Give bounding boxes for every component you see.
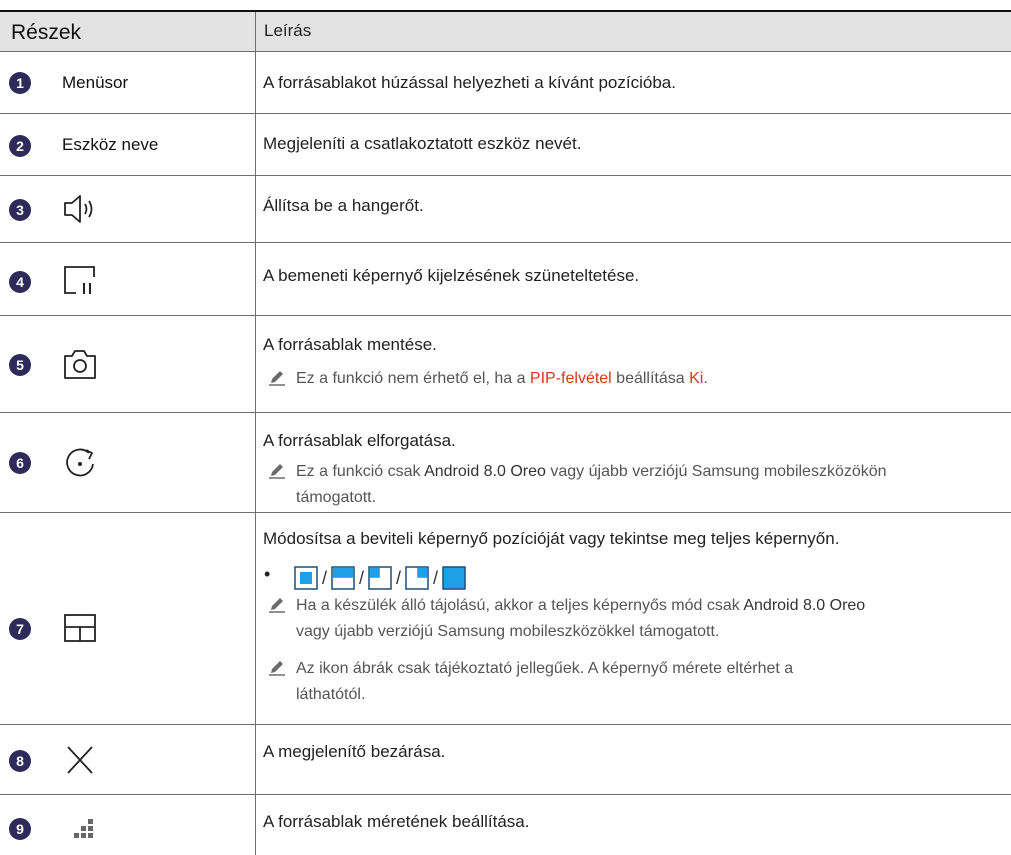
table-row: 2 Eszköz neve Megjeleníti a csatlakoztat…	[0, 114, 1011, 176]
row-description: A megjelenítő bezárása.	[263, 742, 446, 761]
table-row: 4 A bemeneti képernyő kijelzésének szüne…	[0, 243, 1011, 316]
row-description: Állítsa be a hangerőt.	[263, 196, 424, 215]
close-icon	[67, 746, 93, 774]
pause-screen-icon	[64, 266, 95, 294]
row-number-badge: 3	[9, 199, 31, 221]
table-row: 9 A forrásablak méretének beállítása.	[0, 795, 1011, 855]
rotate-icon	[66, 448, 94, 477]
header-parts: Részek	[11, 21, 82, 44]
pencil-note-icon	[269, 598, 285, 613]
part-label-device-name: Eszköz neve	[62, 135, 159, 154]
row-number-badge: 7	[9, 618, 31, 640]
row-description: Módosítsa a beviteli képernyő pozícióját…	[263, 529, 840, 548]
note: Az ikon ábrák csak tájékoztató jellegűek…	[268, 656, 793, 708]
pencil-note-icon	[269, 661, 285, 676]
camera-icon	[64, 350, 96, 379]
row-number-badge: 8	[9, 750, 31, 772]
table-row: 3 Állítsa be a hangerőt.	[0, 176, 1011, 243]
note: Ez a funkció nem érhető el, ha a PIP-fel…	[268, 366, 708, 392]
layout-icon	[64, 614, 96, 642]
resize-icon	[74, 819, 93, 838]
highlight-pip-capture: PIP-felvétel	[529, 370, 612, 387]
row-number-badge: 9	[9, 818, 31, 840]
row-description: A forrásablakot húzással helyezheti a kí…	[263, 73, 676, 92]
row-number-badge: 6	[9, 452, 31, 474]
layout-fullscreen-icon	[442, 566, 466, 590]
layout-top-half-icon	[331, 566, 355, 590]
table-row: 1 Menüsor A forrásablakot húzással helye…	[0, 52, 1011, 114]
row-description: A forrásablak mentése.	[263, 335, 437, 354]
header-description: Leírás	[264, 21, 312, 40]
layout-top-right-icon	[405, 566, 429, 590]
table-row: 5 A forrásablak mentése. Ez a funkció ne…	[0, 316, 1011, 413]
pencil-note-icon	[269, 464, 285, 479]
pencil-note-icon	[269, 371, 285, 386]
row-number-badge: 2	[9, 135, 31, 157]
bullet: •	[264, 564, 271, 584]
row-description: Megjeleníti a csatlakoztatott eszköz nev…	[263, 134, 582, 153]
layout-options: / / / /	[294, 566, 466, 590]
part-label-menubar: Menüsor	[62, 73, 129, 92]
row-number-badge: 4	[9, 271, 31, 293]
row-description: A forrásablak méretének beállítása.	[263, 812, 530, 831]
table-row: 8 A megjelenítő bezárása.	[0, 725, 1011, 795]
table-row: 7 Módosítsa a beviteli képernyő pozíciój…	[0, 513, 1011, 725]
note: Ha a készülék álló tájolású, akkor a tel…	[268, 593, 865, 645]
note: Ez a funkció csak Android 8.0 Oreo vagy …	[268, 459, 887, 511]
row-description: A bemeneti képernyő kijelzésének szünete…	[263, 266, 640, 285]
layout-top-left-icon	[368, 566, 392, 590]
table-header: Részek Leírás	[0, 10, 1011, 52]
speaker-icon	[64, 195, 93, 223]
row-number-badge: 1	[9, 72, 31, 94]
row-description: A forrásablak elforgatása.	[263, 431, 456, 450]
table-row: 6 A forrásablak elforgatása. Ez a funkci…	[0, 413, 1011, 513]
layout-center-icon	[294, 566, 318, 590]
row-number-badge: 5	[9, 354, 31, 376]
highlight-off: Ki	[689, 370, 704, 387]
